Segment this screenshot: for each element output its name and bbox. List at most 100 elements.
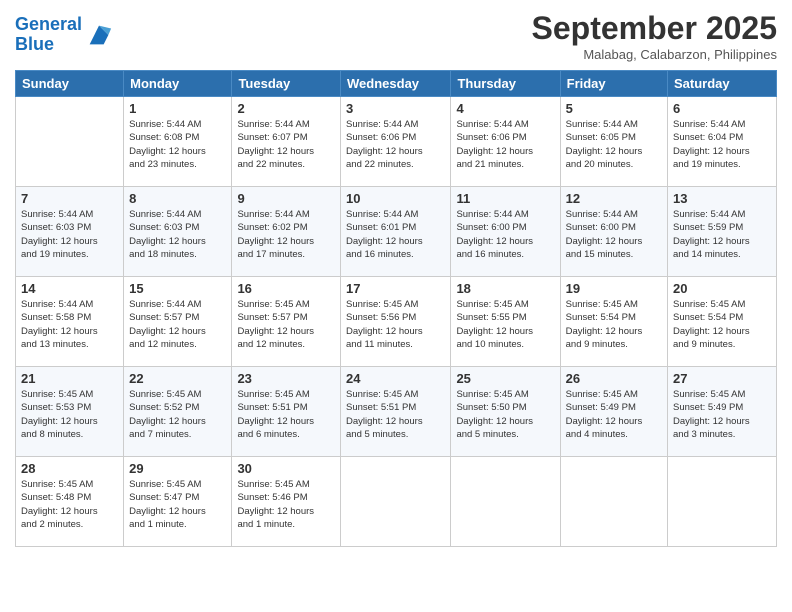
day-info: Sunrise: 5:45 AM Sunset: 5:56 PM Dayligh… xyxy=(346,298,445,351)
calendar-cell: 16 Sunrise: 5:45 AM Sunset: 5:57 PM Dayli… xyxy=(232,277,341,367)
day-number: 12 xyxy=(566,191,662,206)
calendar-cell: 4Sunrise: 5:44 AM Sunset: 6:06 PM Daylig… xyxy=(451,97,560,187)
day-info: Sunrise: 5:45 AM Sunset: 5:48 PM Dayligh… xyxy=(21,478,118,531)
day-number: 5 xyxy=(566,101,662,116)
calendar-cell: 20 Sunrise: 5:45 AM Sunset: 5:54 PM Dayli… xyxy=(668,277,777,367)
calendar-cell: 24Sunrise: 5:45 AM Sunset: 5:51 PM Dayli… xyxy=(341,367,451,457)
calendar-cell xyxy=(668,457,777,547)
day-number: 18 xyxy=(456,281,554,296)
day-info: Sunrise: 5:44 AM Sunset: 5:59 PM Dayligh… xyxy=(673,208,771,261)
calendar-cell: 29 Sunrise: 5:45 AM Sunset: 5:47 PM Dayli… xyxy=(124,457,232,547)
day-number: 15 xyxy=(129,281,226,296)
day-number: 20 xyxy=(673,281,771,296)
calendar-week-row: 1 Sunrise: 5:44 AM Sunset: 6:08 PM Daylig… xyxy=(16,97,777,187)
day-number: 16 xyxy=(237,281,335,296)
day-number: 6 xyxy=(673,101,771,116)
calendar-week-row: 21Sunrise: 5:45 AM Sunset: 5:53 PM Dayli… xyxy=(16,367,777,457)
calendar-cell: 3 Sunrise: 5:44 AM Sunset: 6:06 PM Daylig… xyxy=(341,97,451,187)
day-info: Sunrise: 5:45 AM Sunset: 5:54 PM Dayligh… xyxy=(566,298,662,351)
calendar-week-row: 28 Sunrise: 5:45 AM Sunset: 5:48 PM Dayli… xyxy=(16,457,777,547)
day-number: 19 xyxy=(566,281,662,296)
weekday-header-tuesday: Tuesday xyxy=(232,71,341,97)
day-number: 26 xyxy=(566,371,662,386)
page-container: General Blue September 2025 Malabag, Cal… xyxy=(0,0,792,557)
title-area: September 2025 Malabag, Calabarzon, Phil… xyxy=(532,10,777,62)
day-info: Sunrise: 5:45 AM Sunset: 5:51 PM Dayligh… xyxy=(237,388,335,441)
day-info: Sunrise: 5:45 AM Sunset: 5:50 PM Dayligh… xyxy=(456,388,554,441)
logo: General Blue xyxy=(15,15,113,55)
logo-icon xyxy=(85,21,113,49)
calendar-cell: 2 Sunrise: 5:44 AM Sunset: 6:07 PM Daylig… xyxy=(232,97,341,187)
calendar-table: SundayMondayTuesdayWednesdayThursdayFrid… xyxy=(15,70,777,547)
calendar-cell: 7Sunrise: 5:44 AM Sunset: 6:03 PM Daylig… xyxy=(16,187,124,277)
day-number: 7 xyxy=(21,191,118,206)
day-info: Sunrise: 5:44 AM Sunset: 6:00 PM Dayligh… xyxy=(566,208,662,261)
day-info: Sunrise: 5:44 AM Sunset: 5:57 PM Dayligh… xyxy=(129,298,226,351)
day-info: Sunrise: 5:45 AM Sunset: 5:52 PM Dayligh… xyxy=(129,388,226,441)
day-number: 28 xyxy=(21,461,118,476)
day-number: 1 xyxy=(129,101,226,116)
day-info: Sunrise: 5:44 AM Sunset: 6:00 PM Dayligh… xyxy=(456,208,554,261)
calendar-cell: 15 Sunrise: 5:44 AM Sunset: 5:57 PM Dayli… xyxy=(124,277,232,367)
calendar-cell xyxy=(560,457,667,547)
day-number: 2 xyxy=(237,101,335,116)
weekday-header-saturday: Saturday xyxy=(668,71,777,97)
day-number: 21 xyxy=(21,371,118,386)
day-info: Sunrise: 5:45 AM Sunset: 5:51 PM Dayligh… xyxy=(346,388,445,441)
calendar-cell: 13 Sunrise: 5:44 AM Sunset: 5:59 PM Dayli… xyxy=(668,187,777,277)
calendar-cell: 23 Sunrise: 5:45 AM Sunset: 5:51 PM Dayli… xyxy=(232,367,341,457)
calendar-cell xyxy=(341,457,451,547)
calendar-cell: 1 Sunrise: 5:44 AM Sunset: 6:08 PM Daylig… xyxy=(124,97,232,187)
calendar-cell: 27 Sunrise: 5:45 AM Sunset: 5:49 PM Dayli… xyxy=(668,367,777,457)
day-number: 14 xyxy=(21,281,118,296)
calendar-cell: 12 Sunrise: 5:44 AM Sunset: 6:00 PM Dayli… xyxy=(560,187,667,277)
day-info: Sunrise: 5:45 AM Sunset: 5:49 PM Dayligh… xyxy=(566,388,662,441)
calendar-week-row: 7Sunrise: 5:44 AM Sunset: 6:03 PM Daylig… xyxy=(16,187,777,277)
weekday-header-thursday: Thursday xyxy=(451,71,560,97)
calendar-cell: 6Sunrise: 5:44 AM Sunset: 6:04 PM Daylig… xyxy=(668,97,777,187)
day-number: 29 xyxy=(129,461,226,476)
day-number: 25 xyxy=(456,371,554,386)
day-info: Sunrise: 5:45 AM Sunset: 5:57 PM Dayligh… xyxy=(237,298,335,351)
logo-text: General Blue xyxy=(15,15,82,55)
weekday-header-friday: Friday xyxy=(560,71,667,97)
day-info: Sunrise: 5:44 AM Sunset: 6:06 PM Dayligh… xyxy=(346,118,445,171)
calendar-cell: 30 Sunrise: 5:45 AM Sunset: 5:46 PM Dayli… xyxy=(232,457,341,547)
month-title: September 2025 xyxy=(532,10,777,47)
day-info: Sunrise: 5:44 AM Sunset: 6:08 PM Dayligh… xyxy=(129,118,226,171)
logo-line1: General xyxy=(15,14,82,34)
calendar-cell: 25 Sunrise: 5:45 AM Sunset: 5:50 PM Dayli… xyxy=(451,367,560,457)
day-info: Sunrise: 5:45 AM Sunset: 5:55 PM Dayligh… xyxy=(456,298,554,351)
calendar-cell: 5 Sunrise: 5:44 AM Sunset: 6:05 PM Daylig… xyxy=(560,97,667,187)
calendar-cell xyxy=(451,457,560,547)
day-info: Sunrise: 5:45 AM Sunset: 5:49 PM Dayligh… xyxy=(673,388,771,441)
calendar-cell: 8Sunrise: 5:44 AM Sunset: 6:03 PM Daylig… xyxy=(124,187,232,277)
day-info: Sunrise: 5:45 AM Sunset: 5:54 PM Dayligh… xyxy=(673,298,771,351)
day-number: 22 xyxy=(129,371,226,386)
day-info: Sunrise: 5:45 AM Sunset: 5:46 PM Dayligh… xyxy=(237,478,335,531)
day-number: 9 xyxy=(237,191,335,206)
day-number: 10 xyxy=(346,191,445,206)
header: General Blue September 2025 Malabag, Cal… xyxy=(15,10,777,62)
day-info: Sunrise: 5:44 AM Sunset: 6:05 PM Dayligh… xyxy=(566,118,662,171)
calendar-cell: 22 Sunrise: 5:45 AM Sunset: 5:52 PM Dayli… xyxy=(124,367,232,457)
day-info: Sunrise: 5:44 AM Sunset: 6:06 PM Dayligh… xyxy=(456,118,554,171)
calendar-week-row: 14 Sunrise: 5:44 AM Sunset: 5:58 PM Dayli… xyxy=(16,277,777,367)
day-info: Sunrise: 5:45 AM Sunset: 5:47 PM Dayligh… xyxy=(129,478,226,531)
calendar-cell: 21Sunrise: 5:45 AM Sunset: 5:53 PM Dayli… xyxy=(16,367,124,457)
day-info: Sunrise: 5:44 AM Sunset: 6:07 PM Dayligh… xyxy=(237,118,335,171)
day-number: 27 xyxy=(673,371,771,386)
day-number: 23 xyxy=(237,371,335,386)
day-number: 30 xyxy=(237,461,335,476)
location-subtitle: Malabag, Calabarzon, Philippines xyxy=(532,47,777,62)
day-number: 11 xyxy=(456,191,554,206)
day-number: 13 xyxy=(673,191,771,206)
day-number: 3 xyxy=(346,101,445,116)
calendar-cell: 18 Sunrise: 5:45 AM Sunset: 5:55 PM Dayli… xyxy=(451,277,560,367)
calendar-cell: 10 Sunrise: 5:44 AM Sunset: 6:01 PM Dayli… xyxy=(341,187,451,277)
calendar-cell: 9Sunrise: 5:44 AM Sunset: 6:02 PM Daylig… xyxy=(232,187,341,277)
day-info: Sunrise: 5:44 AM Sunset: 6:01 PM Dayligh… xyxy=(346,208,445,261)
logo-line2: Blue xyxy=(15,34,54,54)
calendar-cell xyxy=(16,97,124,187)
day-info: Sunrise: 5:44 AM Sunset: 5:58 PM Dayligh… xyxy=(21,298,118,351)
